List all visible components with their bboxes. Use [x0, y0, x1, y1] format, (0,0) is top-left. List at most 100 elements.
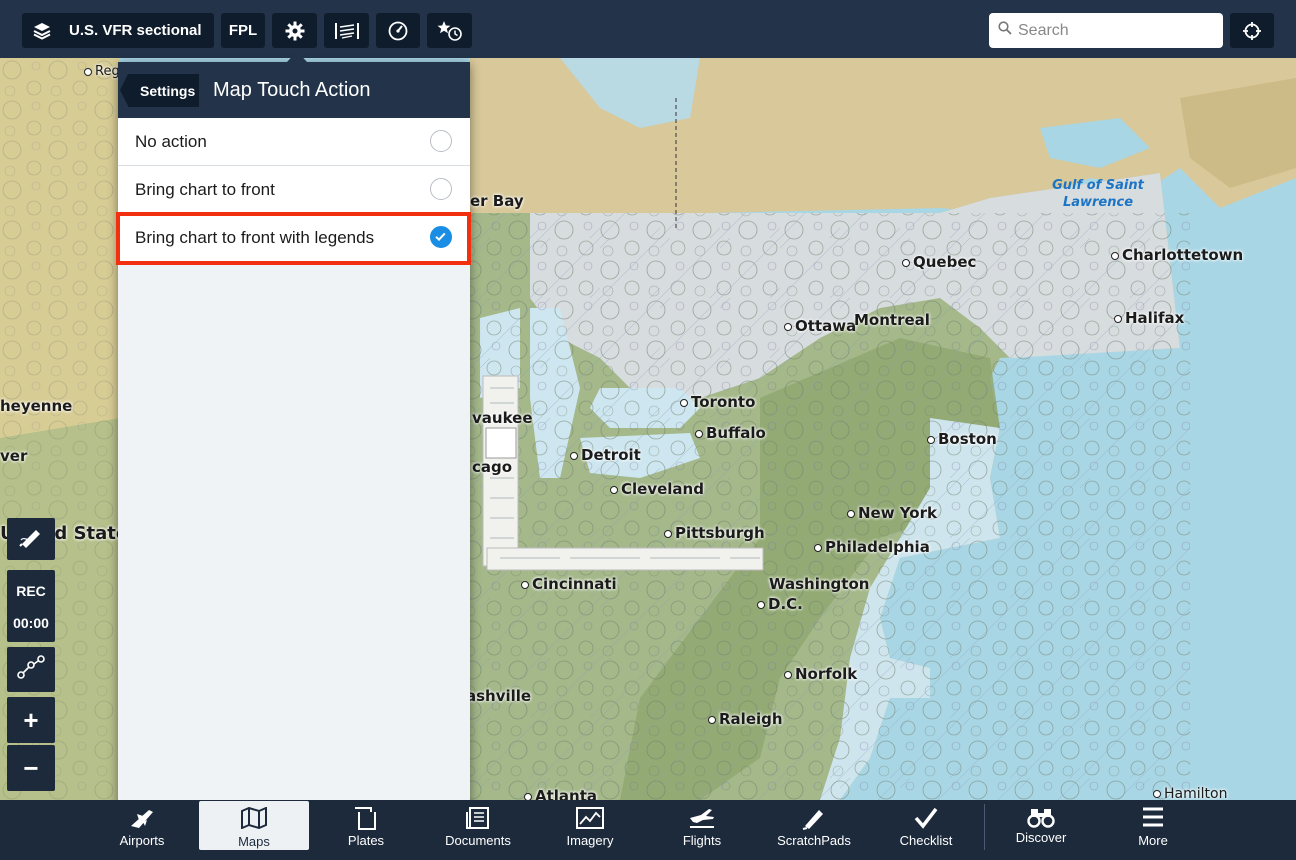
map-label-charlottetown: Charlottetown [1111, 246, 1243, 264]
tab-imagery[interactable]: Imagery [535, 800, 645, 860]
map-label-washington: Washington [769, 575, 870, 593]
radio-unchecked-icon[interactable] [430, 130, 452, 152]
instruments-button[interactable] [376, 13, 420, 48]
search-input[interactable] [1016, 20, 1210, 41]
zoom-in-button[interactable]: + [7, 697, 55, 743]
map-label-quebec: Quebec [902, 253, 976, 271]
layers-button[interactable]: U.S. VFR sectional [22, 13, 214, 48]
draw-tool-button[interactable] [7, 518, 55, 560]
popover-arrow [287, 51, 307, 62]
city-name: Ottawa [795, 317, 857, 335]
tab-plates[interactable]: Plates [311, 800, 421, 860]
option-no-action[interactable]: No action [118, 118, 470, 166]
water-label-line: Gulf of Saint [1052, 178, 1144, 193]
imagery-icon [535, 806, 645, 830]
settings-button[interactable] [272, 13, 317, 48]
map-label-pittsburgh: Pittsburgh [664, 524, 765, 542]
route-icon [17, 655, 45, 684]
option-bring-chart-to-front[interactable]: Bring chart to front [118, 166, 470, 214]
gauge-icon [388, 21, 408, 41]
map-label-cincinnati: Cincinnati [521, 575, 617, 593]
city-name: Cincinnati [532, 575, 617, 593]
route-tool-button[interactable] [7, 647, 55, 692]
map-label-philadelphia: Philadelphia [814, 538, 930, 556]
city-name: Charlottetown [1122, 246, 1244, 264]
tab-flights[interactable]: Flights [647, 800, 757, 860]
city-dot [610, 485, 618, 494]
record-button[interactable]: REC 00:00 [7, 570, 55, 642]
city-dot [708, 715, 716, 724]
tab-label: Checklist [899, 833, 953, 848]
tab-scratchpads[interactable]: ScratchPads [759, 800, 869, 860]
city-name: Raleigh [719, 710, 783, 728]
city-dot [814, 543, 822, 552]
search-field[interactable] [989, 13, 1223, 48]
selection-highlight-box [116, 212, 471, 265]
city-dot [1111, 251, 1119, 260]
map-label-ottawa: Ottawa [784, 317, 856, 335]
tab-label: Airports [119, 833, 165, 848]
city-name: Pittsburgh [675, 524, 765, 542]
city-dot [521, 580, 529, 589]
map-label-milwaukee: vaukee [472, 409, 533, 427]
city-dot [570, 451, 578, 460]
city-dot [524, 792, 532, 800]
city-dot [927, 435, 935, 444]
popover-title: Map Touch Action [213, 79, 371, 101]
menu-icon [1098, 806, 1208, 830]
city-dot [784, 322, 792, 331]
tab-label: Imagery [566, 833, 614, 848]
city-dot [847, 509, 855, 518]
rec-timer: 00:00 [13, 615, 49, 631]
map-label-buffalo: Buffalo [695, 424, 766, 442]
tab-airports[interactable]: Airports [87, 800, 197, 860]
tab-label: Flights [682, 833, 722, 848]
map-label-raleigh: Raleigh [708, 710, 783, 728]
pencil-icon [18, 526, 44, 553]
layers-label: U.S. VFR sectional [69, 22, 202, 39]
city-name: Detroit [581, 446, 641, 464]
plane-icon [87, 806, 197, 830]
tab-checklist[interactable]: Checklist [871, 800, 981, 860]
settings-back-button[interactable]: Settings [119, 74, 200, 107]
tab-maps[interactable]: Maps [199, 801, 309, 850]
map-label-new-york: New York [847, 504, 937, 522]
city-name: Buffalo [706, 424, 766, 442]
rec-label: REC [16, 583, 46, 599]
city-name: D.C. [768, 595, 803, 613]
map-label-nashville: ashville [466, 687, 532, 705]
popover-header: Settings Map Touch Action [118, 62, 470, 118]
tab-label: ScratchPads [777, 833, 851, 848]
layers-icon [33, 22, 51, 40]
checkmark-icon [871, 806, 981, 830]
favorites-recents-button[interactable] [427, 13, 472, 48]
tab-label: More [1138, 833, 1168, 848]
tab-label: Plates [347, 833, 385, 848]
pencil-icon [759, 806, 869, 830]
map-label-atlanta: Atlanta [524, 787, 597, 800]
binoculars-icon [986, 806, 1096, 830]
city-dot [1153, 790, 1161, 798]
tab-documents[interactable]: Documents [423, 800, 533, 860]
map-label-detroit: Detroit [570, 446, 641, 464]
fpl-button[interactable]: FPL [221, 13, 265, 48]
city-name: Philadelphia [825, 538, 930, 556]
radio-unchecked-icon[interactable] [430, 178, 452, 200]
crosshair-icon [1242, 21, 1262, 41]
plates-icon [311, 806, 421, 830]
tab-label: Discover [1015, 830, 1067, 845]
map-label-chicago: cago [472, 458, 513, 476]
tab-more[interactable]: More [1098, 800, 1208, 860]
map-label-cheyenne: heyenne [0, 397, 73, 415]
bottom-tab-bar: Airports Maps Plates Documents Imagery F… [0, 800, 1296, 860]
locate-button[interactable] [1230, 13, 1274, 48]
search-icon [998, 21, 1012, 40]
city-name: Hamilton [1164, 786, 1228, 800]
wind-layers-icon [334, 21, 360, 41]
map-label-halifax: Halifax [1114, 309, 1184, 327]
tab-label: Maps [238, 834, 270, 849]
map-label-thunder-bay: er Bay [470, 192, 524, 210]
weather-tools-button[interactable] [324, 13, 369, 48]
tab-discover[interactable]: Discover [986, 800, 1096, 860]
zoom-out-button[interactable]: − [7, 745, 55, 791]
